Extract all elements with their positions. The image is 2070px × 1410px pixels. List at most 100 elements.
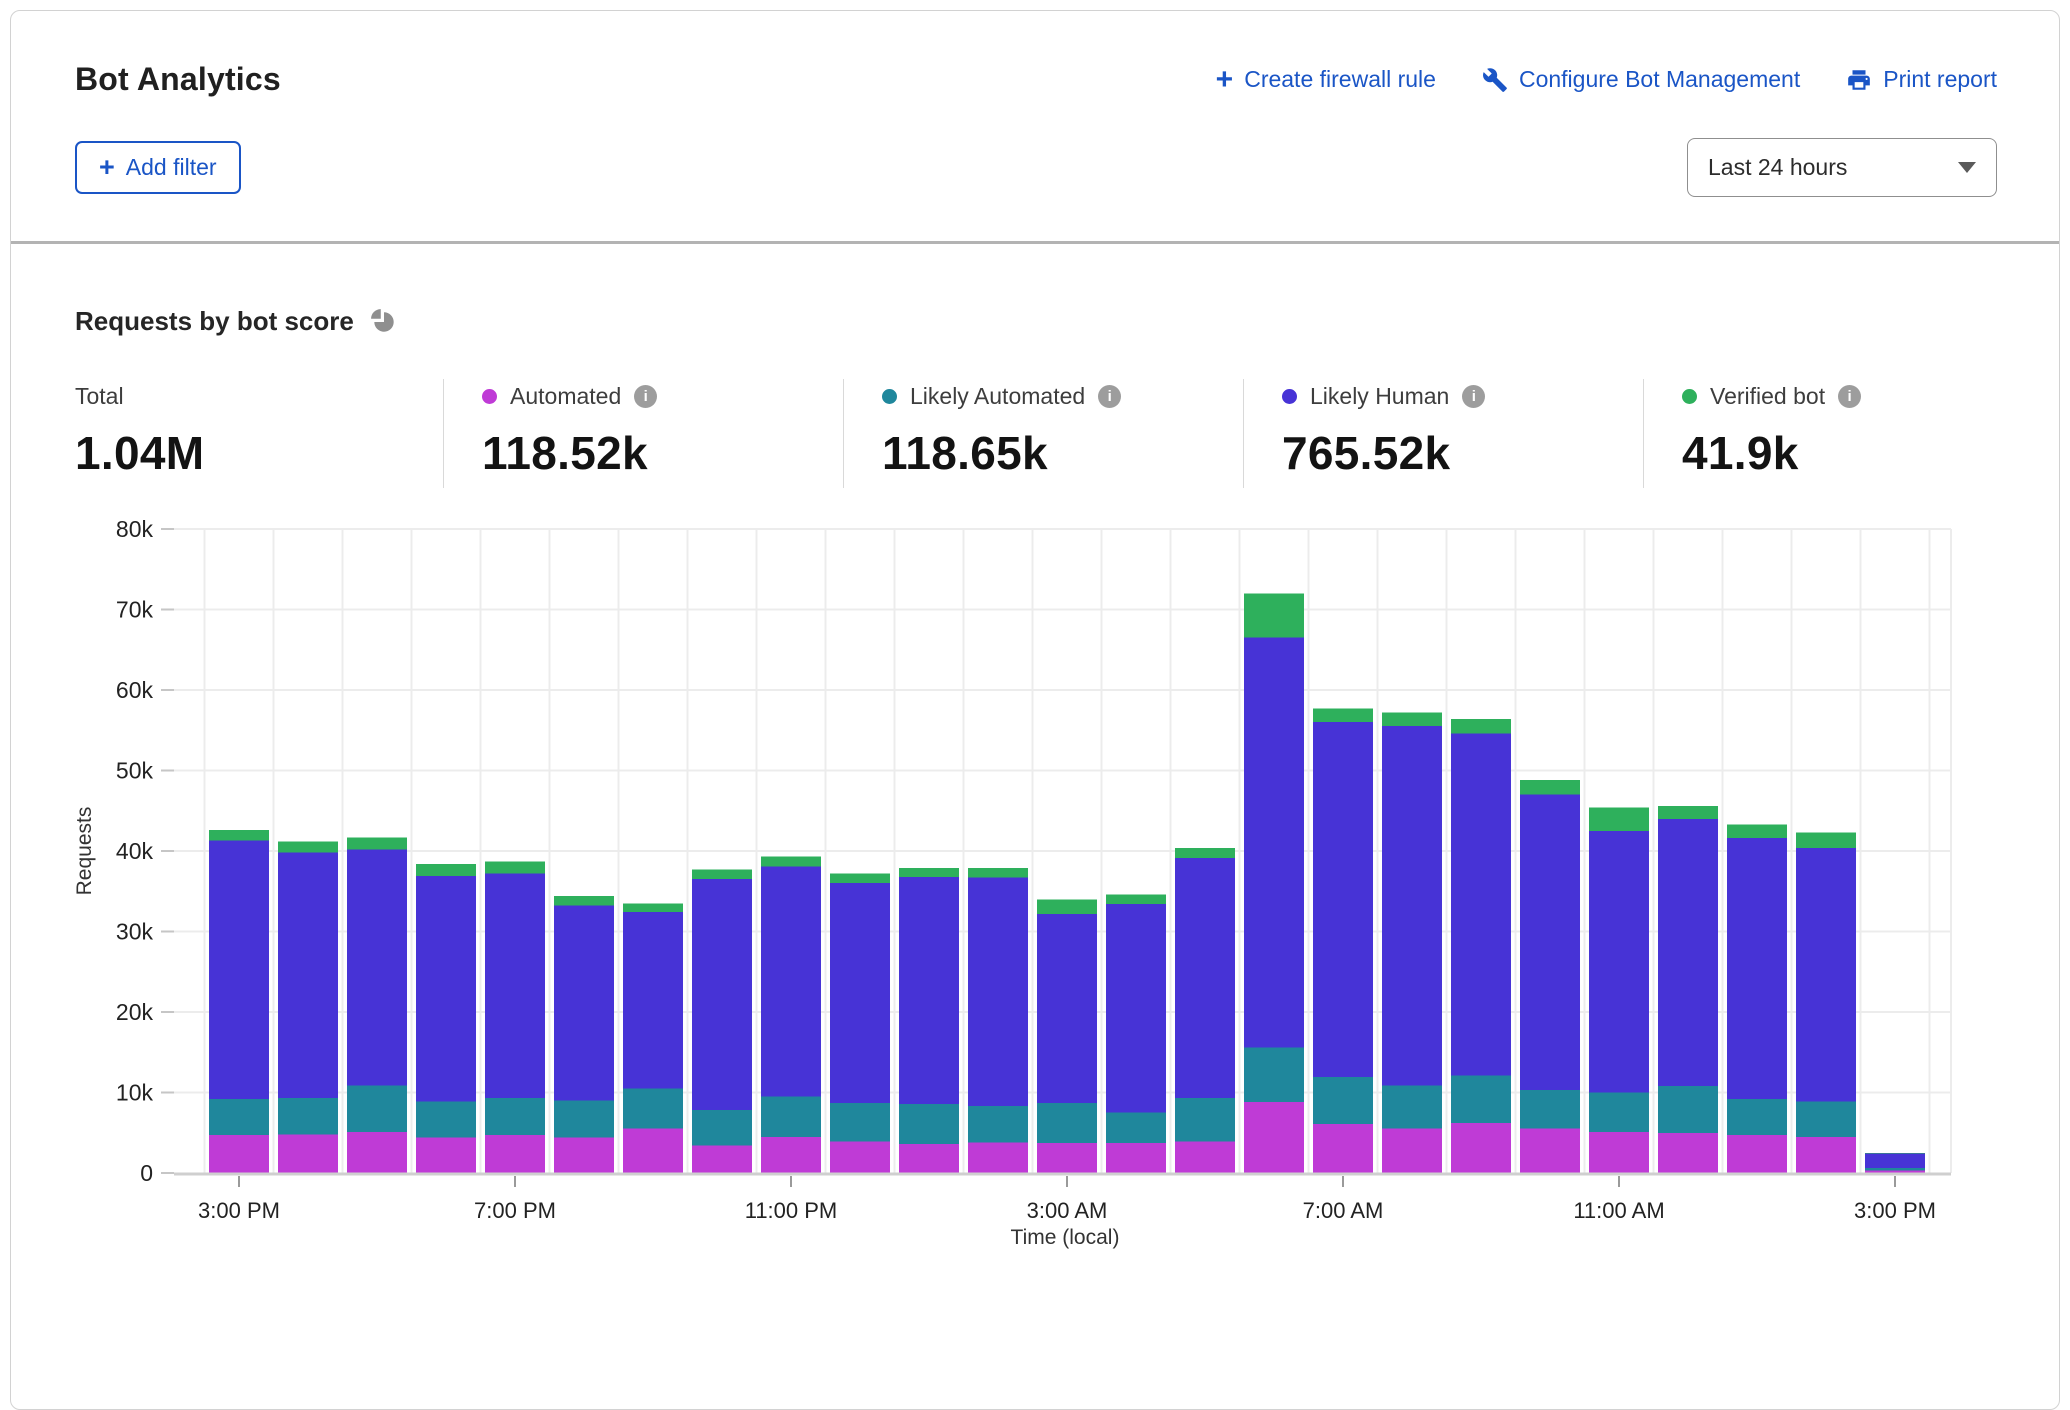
y-axis-title: Requests	[73, 807, 96, 896]
bar-segment	[1106, 1143, 1166, 1173]
bar-segment	[692, 1110, 752, 1145]
info-icon[interactable]: i	[1838, 385, 1861, 408]
bar-segment	[209, 1099, 269, 1135]
y-tick-label: 70k	[116, 597, 154, 623]
plus-icon: +	[99, 154, 115, 181]
stat-value: 765.52k	[1282, 426, 1643, 480]
bar-segment	[1727, 838, 1787, 1099]
x-tick-label: 3:00 AM	[1027, 1198, 1108, 1223]
bar-segment	[1658, 1133, 1718, 1173]
bar-segment	[968, 868, 1028, 878]
bar-segment	[830, 874, 890, 884]
bar-segment	[1382, 1129, 1442, 1173]
stat-label: Total	[75, 383, 124, 410]
bar-segment	[761, 857, 821, 867]
stat-automated: Automated i 118.52k	[443, 379, 843, 488]
bar-segment	[1244, 1047, 1304, 1102]
x-tick-label: 11:00 PM	[745, 1198, 838, 1223]
bar-segment	[1106, 904, 1166, 1112]
y-tick-label: 40k	[116, 838, 154, 864]
bar-segment	[899, 877, 959, 1104]
bar-segment	[1589, 808, 1649, 831]
bar-segment	[485, 1098, 545, 1135]
requests-chart: Requests Time (local) 010k20k30k40k50k60…	[61, 496, 2059, 1259]
bar-segment	[692, 1146, 752, 1173]
stat-likely-automated: Likely Automated i 118.65k	[843, 379, 1243, 488]
bar-segment	[761, 1097, 821, 1137]
configure-bot-management-link[interactable]: Configure Bot Management	[1482, 66, 1800, 93]
bar-segment	[554, 1101, 614, 1138]
stat-value: 1.04M	[75, 426, 443, 480]
add-filter-button[interactable]: + Add filter	[75, 141, 241, 194]
bar-segment	[899, 868, 959, 877]
bar-segment	[1865, 1154, 1925, 1168]
stat-likely-human: Likely Human i 765.52k	[1243, 379, 1643, 488]
header-actions: + Create firewall rule Configure Bot Man…	[1216, 65, 1997, 95]
bar-segment	[1727, 1099, 1787, 1135]
bar-segment	[485, 861, 545, 873]
bar-segment	[761, 866, 821, 1096]
x-tick-label: 7:00 PM	[474, 1198, 556, 1223]
bar-segment	[347, 849, 407, 1085]
bar-segment	[1175, 1098, 1235, 1141]
stat-value: 118.65k	[882, 426, 1243, 480]
bar-segment	[1382, 713, 1442, 727]
print-report-link[interactable]: Print report	[1846, 66, 1997, 93]
wrench-icon	[1482, 67, 1508, 93]
bar-segment	[416, 1138, 476, 1173]
bar-segment	[554, 906, 614, 1101]
page-title: Bot Analytics	[75, 61, 281, 98]
bar-segment	[1865, 1168, 1925, 1170]
x-tick-label: 11:00 AM	[1573, 1198, 1664, 1223]
bar-segment	[1520, 1090, 1580, 1129]
create-firewall-rule-link[interactable]: + Create firewall rule	[1216, 65, 1436, 95]
stats-row: Total 1.04M Automated i 118.52k Likely A…	[75, 379, 2059, 488]
y-tick-label: 50k	[116, 758, 154, 784]
info-icon[interactable]: i	[634, 385, 657, 408]
pie-chart-icon	[370, 308, 398, 336]
bar-segment	[1175, 848, 1235, 858]
bar-segment	[968, 878, 1028, 1107]
bar-segment	[968, 1142, 1028, 1173]
header-divider	[11, 241, 2059, 244]
bar-segment	[692, 870, 752, 880]
bar-segment	[1313, 1077, 1373, 1124]
bar-segment	[1037, 1103, 1097, 1143]
bar-segment	[1244, 593, 1304, 637]
x-tick-label: 3:00 PM	[198, 1198, 280, 1223]
bar-segment	[416, 1101, 476, 1137]
stat-value: 41.9k	[1682, 426, 2043, 480]
y-tick-label: 0	[140, 1160, 153, 1186]
y-tick-label: 60k	[116, 677, 154, 703]
info-icon[interactable]: i	[1462, 385, 1485, 408]
y-tick-label: 30k	[116, 919, 154, 945]
bar-segment	[554, 896, 614, 906]
bar-segment	[1451, 1123, 1511, 1173]
stat-label: Likely Automated	[910, 383, 1085, 410]
bar-segment	[485, 1135, 545, 1173]
bar-segment	[1313, 722, 1373, 1077]
bar-segment	[1658, 806, 1718, 819]
bar-segment	[347, 1085, 407, 1132]
bar-segment	[968, 1106, 1028, 1142]
bar-segment	[554, 1138, 614, 1173]
bar-segment	[278, 853, 338, 1099]
bar-segment	[1313, 709, 1373, 723]
bar-segment	[761, 1137, 821, 1173]
bar-segment	[209, 830, 269, 840]
info-icon[interactable]: i	[1098, 385, 1121, 408]
bar-segment	[1589, 1093, 1649, 1132]
stat-verified-bot: Verified bot i 41.9k	[1643, 379, 2043, 488]
bar-segment	[1865, 1153, 1925, 1154]
bar-segment	[416, 864, 476, 876]
bar-segment	[692, 879, 752, 1110]
bar-segment	[1451, 1076, 1511, 1123]
bar-segment	[1382, 1085, 1442, 1128]
legend-dot	[1682, 389, 1697, 404]
bar-segment	[1106, 894, 1166, 904]
bar-segment	[1313, 1124, 1373, 1173]
x-tick-label: 3:00 PM	[1854, 1198, 1936, 1223]
time-range-select[interactable]: Last 24 hours	[1687, 138, 1997, 197]
bar-segment	[1796, 1137, 1856, 1173]
bar-segment	[1658, 1086, 1718, 1133]
